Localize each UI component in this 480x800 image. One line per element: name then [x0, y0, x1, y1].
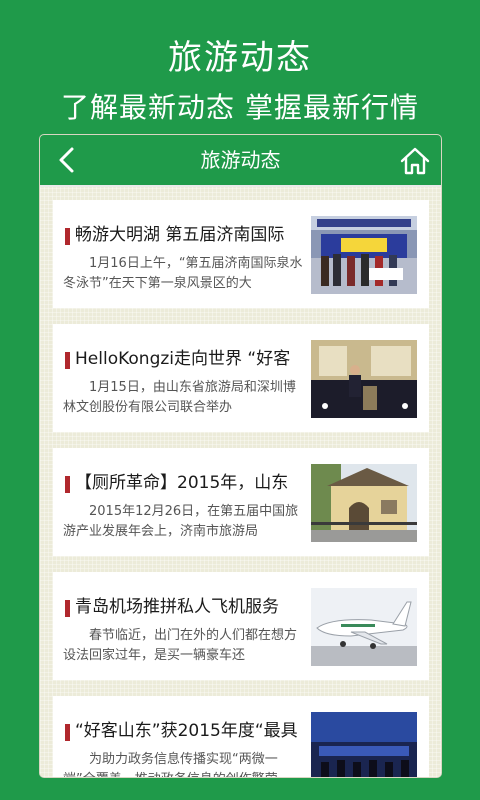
article-card[interactable]: HelloKongzi走向世界 “好客 1月15日，由山东省旅游局和深圳博林文创…: [53, 324, 429, 432]
article-summary: 1月16日上午，“第五届济南国际泉水冬泳节”在天下第一泉风景区的大: [63, 256, 303, 291]
article-title: 青岛机场推拼私人飞机服务: [75, 597, 279, 617]
article-card[interactable]: “好客山东”获2015年度“最具 为助力政务信息传播实现“两微一端”全覆盖，推动…: [53, 696, 429, 777]
article-title: 【厕所革命】2015年，山东: [75, 473, 289, 493]
article-thumbnail: [311, 464, 417, 542]
page-title: 旅游动态: [200, 148, 281, 172]
article-summary: 2015年12月26日，在第五届中国旅游产业发展年会上，济南市旅游局: [63, 504, 299, 539]
article-summary: 春节临近，出门在外的人们都在想方设法回家过年，是买一辆豪车还: [63, 628, 298, 663]
article-card[interactable]: 【厕所革命】2015年，山东 2015年12月26日，在第五届中国旅游产业发展年…: [53, 448, 429, 556]
article-summary: 1月15日，由山东省旅游局和深圳博林文创股份有限公司联合举办: [63, 380, 296, 415]
chevron-left-icon: [59, 147, 74, 173]
article-list[interactable]: 畅游大明湖 第五届济南国际 1月16日上午，“第五届济南国际泉水冬泳节”在天下第…: [40, 187, 441, 777]
article-thumbnail: [311, 340, 417, 418]
article-title: HelloKongzi走向世界 “好客: [75, 349, 291, 369]
title-marker: [65, 600, 70, 617]
article-title: “好客山东”获2015年度“最具: [75, 721, 298, 741]
promo-subtitle: 了解最新动态 掌握最新行情: [61, 91, 419, 124]
promo-title: 旅游动态: [168, 38, 312, 78]
title-marker: [65, 724, 70, 741]
app-header: 旅游动态: [40, 135, 441, 187]
title-marker: [65, 476, 70, 493]
app-screen: 旅游动态 畅游大明湖 第五届济南国际 1月16日上午，“第五届济南国际泉水冬泳节…: [40, 135, 441, 777]
article-title: 畅游大明湖 第五届济南国际: [75, 225, 285, 245]
article-card[interactable]: 青岛机场推拼私人飞机服务 春节临近，出门在外的人们都在想方设法回家过年，是买一辆…: [53, 572, 429, 680]
article-summary: 为助力政务信息传播实现“两微一端”全覆盖，推动政务信息的创作繁荣: [63, 752, 278, 777]
title-marker: [65, 352, 70, 369]
home-button[interactable]: [399, 145, 431, 177]
article-thumbnail: [311, 712, 417, 777]
article-thumbnail: [311, 588, 417, 666]
article-card[interactable]: 畅游大明湖 第五届济南国际 1月16日上午，“第五届济南国际泉水冬泳节”在天下第…: [53, 200, 429, 308]
article-thumbnail: [311, 216, 417, 294]
title-marker: [65, 228, 70, 245]
home-icon: [400, 147, 430, 175]
back-button[interactable]: [50, 143, 84, 177]
